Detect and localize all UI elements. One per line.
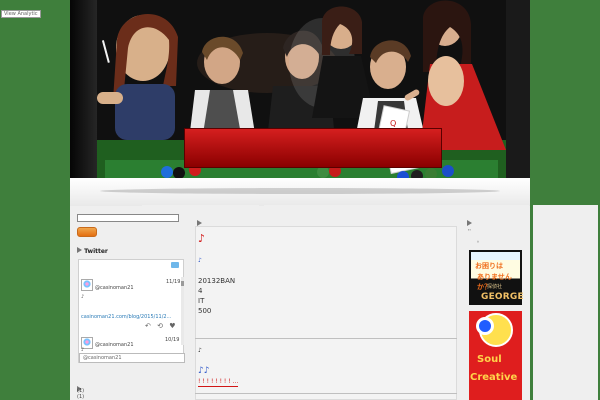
soul-creative-banner[interactable]: Soul Creative [469,311,522,400]
tweet-time: 11/19 [166,279,181,285]
twitter-scrollbar[interactable] [181,277,184,345]
top-toolbar: View Analytic [0,0,41,18]
search-input[interactable] [77,214,179,222]
tweet-name: @casinoman21 [95,285,134,291]
music-note-blue-icon: ♪ [198,257,202,264]
retweet-icon[interactable]: ⟲ [157,322,165,330]
twitter-logo-icon [171,262,179,268]
right-arrow-icon [467,211,472,230]
music-note-red-icon: ♪ [198,232,206,245]
tweet-actions[interactable]: ↶ ⟲ ♥ [145,322,178,330]
header-shadow [100,188,500,194]
right-sidebar-small-text: 。 [477,238,483,244]
archive-list: (1) (1) [77,388,84,400]
twitter-widget-arrow-icon [77,247,82,253]
tweet-text: ♪ [81,294,85,300]
article-link[interactable]: ! ! ! ! ! ! ! ! ... [198,378,239,387]
article-divider [195,338,457,339]
archive-item[interactable]: (1) [77,394,84,400]
tweet-time: 10/19 [165,337,180,343]
detective-banner[interactable]: お困りは ありませんか？ 探偵社 GEORGE [469,250,524,305]
article-divider [195,393,457,394]
search-button[interactable] [77,227,97,237]
tweet-link[interactable]: casinoman21.com/blog/2015/11/2... [81,314,176,320]
tweet-name: @casinoman21 [95,342,134,348]
twitter-widget-title: Twitter [77,247,108,255]
right-sidebar-mark: '' [468,229,471,235]
view-analytics-link[interactable]: View Analytic [1,10,41,18]
tweet-avatar [81,279,93,291]
small-note-icon: ♪ [198,347,202,354]
right-sidebar [533,205,598,400]
svg-text:Q: Q [390,119,396,128]
reply-icon[interactable]: ↶ [145,322,153,330]
favorite-icon[interactable]: ♥ [169,322,177,330]
twitter-scroll-thumb[interactable] [181,281,184,286]
article-text: 20132BAN 4 IT 500 [198,277,236,315]
double-music-note-icon: ♪♪ [198,366,210,376]
hero-red-banner [184,128,442,168]
chip-icon [476,317,494,335]
header-side-shade [70,0,97,178]
twitter-follow-input[interactable]: @casinoman21 [79,353,185,363]
